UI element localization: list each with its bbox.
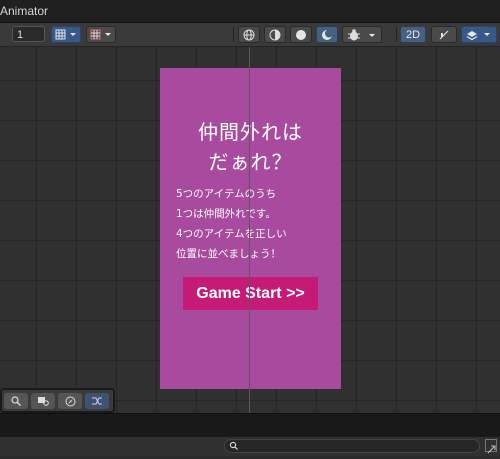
circle-icon xyxy=(296,29,306,40)
bug-icon xyxy=(348,28,375,40)
game-screen-panel: 仲間外れは だぁれ？ 5つのアイテムのうち 1つは仲間外れです。 4つのアイテム… xyxy=(160,68,341,389)
shaded-button[interactable] xyxy=(290,26,312,43)
shuffle-tool-button[interactable] xyxy=(85,393,109,409)
gizmo-globe-button[interactable] xyxy=(238,26,260,43)
scene-toolbar: 1 2D xyxy=(0,23,500,47)
window-title: Animator xyxy=(0,4,49,18)
center-axis-line xyxy=(249,47,250,413)
snap-icon xyxy=(90,29,111,40)
title-line-1: 仲間外れは xyxy=(198,120,303,144)
grid-icon xyxy=(55,29,76,40)
search-icon xyxy=(11,396,21,406)
instruction-line: 4つのアイテムを正しい xyxy=(176,228,287,240)
toolbar-divider xyxy=(396,27,397,42)
instruction-line: 5つのアイテムのうち xyxy=(176,188,277,200)
audio-icon xyxy=(439,30,449,39)
compass-tool-button[interactable] xyxy=(58,393,82,409)
status-bar xyxy=(0,413,500,436)
snap-button[interactable] xyxy=(86,26,116,43)
debug-button[interactable] xyxy=(342,26,382,43)
lighting-button[interactable] xyxy=(264,26,286,43)
frame-input[interactable]: 1 xyxy=(12,26,45,42)
search-field[interactable] xyxy=(224,439,480,453)
search-tool-button[interactable] xyxy=(4,393,28,409)
dark-mode-button[interactable] xyxy=(316,26,338,43)
camera-icon xyxy=(38,397,49,406)
expand-arrow-icon xyxy=(487,445,496,454)
moon-icon xyxy=(322,29,333,40)
search-icon xyxy=(229,441,238,450)
toggle-2d-label: 2D xyxy=(405,28,421,41)
frame-value: 1 xyxy=(17,29,24,41)
title-line-2: だぁれ？ xyxy=(208,150,293,174)
window-titlebar: Animator xyxy=(0,0,500,23)
expand-icon[interactable] xyxy=(485,439,497,454)
shuffle-icon xyxy=(92,397,102,405)
instruction-line: 位置に並べましょう！ xyxy=(176,248,281,260)
toggle-2d-button[interactable]: 2D xyxy=(400,26,426,43)
compass-icon xyxy=(65,396,75,406)
grid-button[interactable] xyxy=(51,26,81,43)
toolbar-divider xyxy=(233,27,234,42)
game-start-button[interactable]: Game Start >> xyxy=(183,277,318,310)
light-icon xyxy=(269,29,281,40)
scene-tools-overlay xyxy=(0,388,115,413)
audio-button[interactable] xyxy=(431,26,457,43)
scene-view[interactable]: 仲間外れは だぁれ？ 5つのアイテムのうち 1つは仲間外れです。 4つのアイテム… xyxy=(0,47,500,413)
globe-icon xyxy=(243,29,255,40)
layers-icon xyxy=(466,30,490,40)
layers-button[interactable] xyxy=(461,26,497,43)
camera-tool-button[interactable] xyxy=(31,393,55,409)
bottom-bar xyxy=(0,436,500,456)
instruction-line: 1つは仲間外れです。 xyxy=(176,208,276,220)
